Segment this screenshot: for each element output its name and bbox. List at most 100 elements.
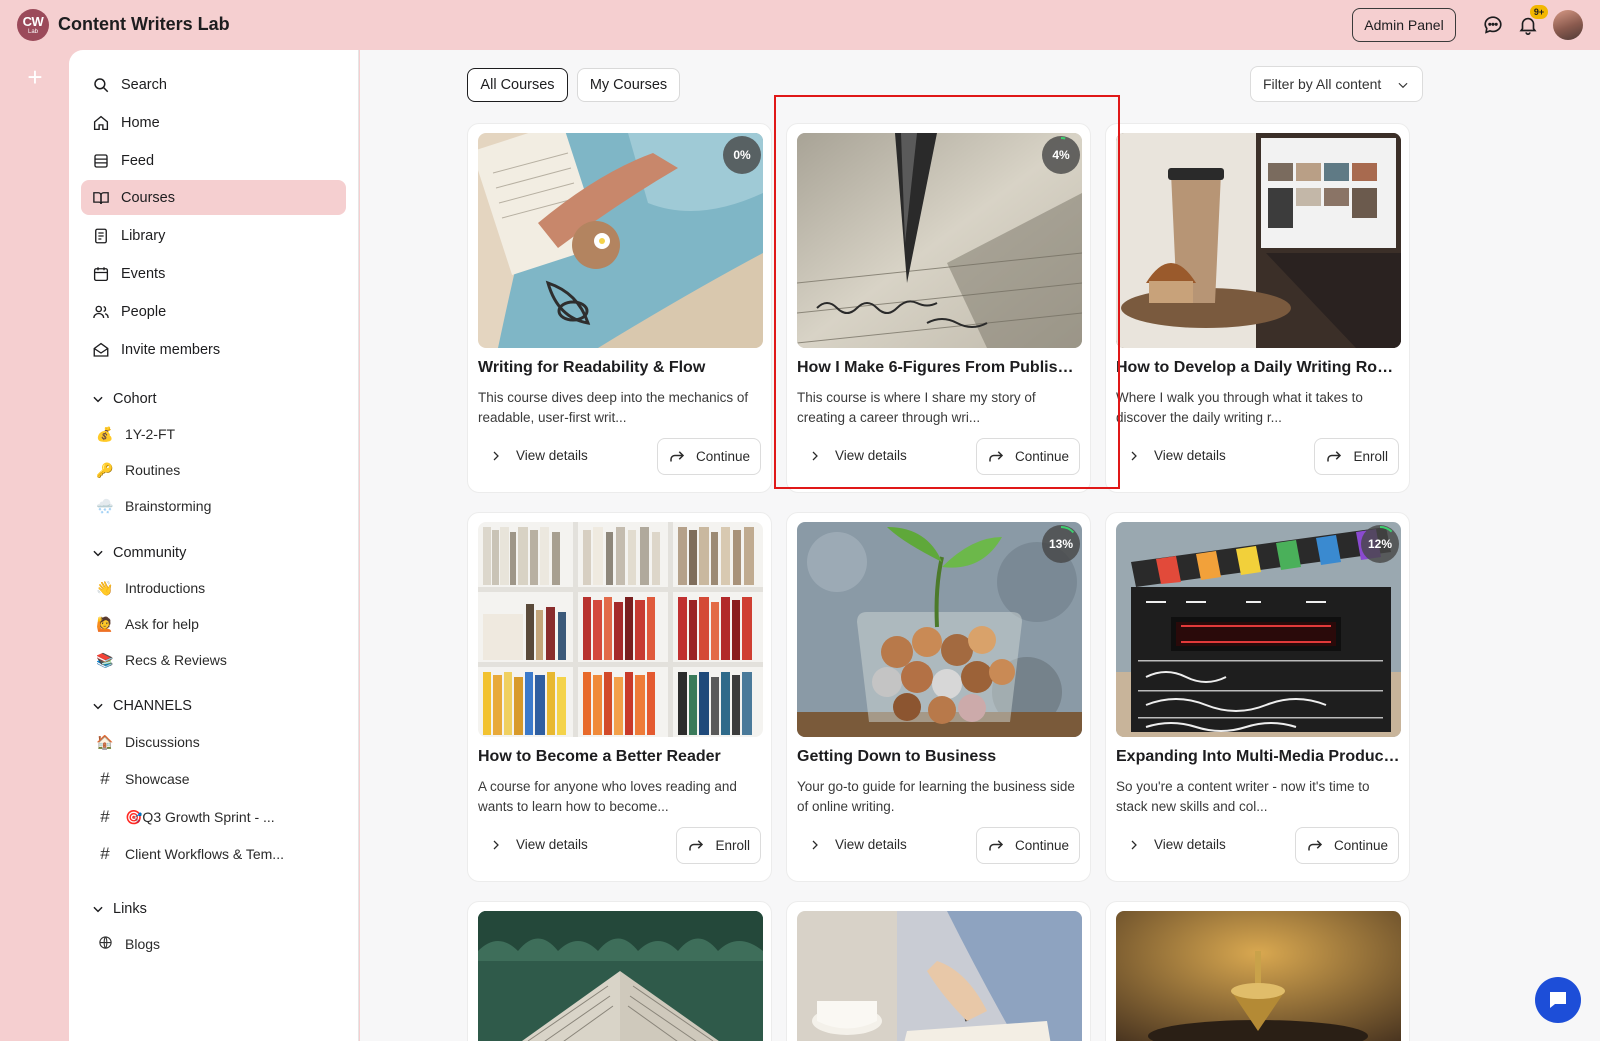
space-item-introductions[interactable]: 👋 Introductions (95, 575, 205, 601)
course-description: This course is where I share my story of… (797, 390, 1036, 425)
sidebar-item-people[interactable]: People (81, 294, 346, 329)
link-item-blogs[interactable]: Blogs (95, 931, 160, 957)
sidebar-item-events[interactable]: Events (81, 256, 346, 291)
continue-button[interactable]: Continue (975, 827, 1080, 864)
view-details-link[interactable]: View details (490, 448, 588, 463)
channel-item-label: Showcase (125, 771, 190, 787)
view-details-label: View details (516, 448, 588, 463)
view-details-link[interactable]: View details (490, 837, 588, 852)
filter-label: Filter by All content (1263, 76, 1382, 92)
sidebar-item-label: Events (121, 265, 166, 282)
logo-subtext: Lab (27, 29, 38, 35)
enroll-button[interactable]: Enroll (676, 827, 761, 864)
space-item-1y-2-ft[interactable]: 💰 1Y-2-FT (95, 421, 175, 447)
course-title[interactable]: How to Develop a Daily Writing Rout... (1116, 359, 1401, 377)
channel-item-client-workflows[interactable]: # Client Workflows & Tem... (95, 841, 284, 867)
view-details-link[interactable]: View details (1128, 448, 1226, 463)
sidebar-item-label: Home (121, 114, 160, 131)
house-icon: 🏠 (96, 733, 114, 750)
sidebar-item-courses[interactable]: Courses (81, 180, 346, 215)
space-item-label: Introductions (125, 580, 206, 596)
sidebar-item-invite-members[interactable]: Invite members (81, 332, 346, 367)
brand-logo[interactable]: CW Lab (17, 9, 49, 41)
course-card[interactable]: How to Become a Better Reader A course f… (467, 512, 772, 882)
channel-item-discussions[interactable]: 🏠 Discussions (95, 729, 199, 755)
course-card[interactable]: 13% Getting Down to Business Your go-to … (786, 512, 1091, 882)
sidebar-item-library[interactable]: Library (81, 218, 346, 253)
view-details-link[interactable]: View details (809, 837, 907, 852)
course-thumbnail-open-book-forest[interactable] (478, 911, 763, 1041)
continue-button[interactable]: Continue (656, 438, 761, 475)
course-card[interactable] (1105, 901, 1410, 1041)
add-space-plus-icon[interactable]: + (24, 64, 46, 90)
user-avatar[interactable] (1553, 10, 1583, 40)
view-details-link[interactable]: View details (809, 448, 907, 463)
section-toggle-community[interactable]: Community (91, 541, 186, 565)
forward-arrow-icon (689, 839, 704, 850)
continue-button[interactable]: Continue (975, 438, 1080, 475)
course-thumbnail-bookshelf[interactable] (478, 522, 763, 737)
view-details-label: View details (1154, 837, 1226, 852)
section-toggle-channels[interactable]: CHANNELS (91, 694, 192, 718)
channel-item-showcase[interactable]: # Showcase (95, 766, 190, 792)
admin-panel-button[interactable]: Admin Panel (1352, 8, 1456, 42)
course-thumbnail-coin-jar-plant[interactable] (797, 522, 1082, 737)
chat-bubble-icon[interactable] (1482, 14, 1504, 36)
books-icon: 📚 (96, 651, 114, 668)
course-thumbnail-writing-notebook[interactable] (797, 911, 1082, 1041)
course-card[interactable]: 0% Writing for Readability & Flow This c… (467, 123, 772, 493)
hash-icon: # (100, 807, 110, 826)
course-description: Your go-to guide for learning the busine… (797, 779, 1075, 814)
snow-cloud-icon: 🌨️ (96, 497, 114, 514)
section-toggle-links[interactable]: Links (91, 897, 147, 921)
space-item-routines[interactable]: 🔑 Routines (95, 457, 180, 483)
space-item-brainstorming[interactable]: 🌨️ Brainstorming (95, 493, 211, 519)
brand-name[interactable]: Content Writers Lab (58, 14, 230, 35)
sidebar-search[interactable]: Search (81, 67, 346, 102)
sidebar-item-home[interactable]: Home (81, 105, 346, 140)
continue-button[interactable]: Continue (1294, 827, 1399, 864)
progress-indicator: 0% (723, 136, 761, 174)
chevron-down-icon (93, 550, 103, 557)
course-title[interactable]: How to Become a Better Reader (478, 748, 763, 766)
course-title[interactable]: How I Make 6-Figures From Publishi... (797, 359, 1082, 377)
course-thumbnail-fountain-pen[interactable] (797, 133, 1082, 348)
course-thumbnail-coffee-laptop[interactable] (1116, 133, 1401, 348)
progress-indicator: 13% (1042, 525, 1080, 563)
progress-indicator: 12% (1361, 525, 1399, 563)
course-card[interactable]: How to Develop a Daily Writing Rout... W… (1105, 123, 1410, 493)
enroll-button[interactable]: Enroll (1314, 438, 1399, 475)
section-title: CHANNELS (113, 698, 192, 714)
course-thumbnail-spinning-top[interactable] (1116, 911, 1401, 1041)
course-description: This course dives deep into the mechanic… (478, 390, 749, 425)
action-label: Continue (1333, 838, 1388, 853)
course-thumbnail-clapperboard[interactable] (1116, 522, 1401, 737)
course-card[interactable] (467, 901, 772, 1041)
course-card[interactable]: 12% Expanding Into Multi-Media Product..… (1105, 512, 1410, 882)
content-filter-dropdown[interactable]: Filter by All content (1250, 66, 1423, 102)
space-item-ask-for-help[interactable]: 🙋 Ask for help (95, 611, 199, 637)
sidebar-item-feed[interactable]: Feed (81, 143, 346, 178)
course-title[interactable]: Getting Down to Business (797, 748, 1082, 766)
course-title[interactable]: Expanding Into Multi-Media Product... (1116, 748, 1401, 766)
channel-item-q3-growth-sprint[interactable]: # 🎯Q3 Growth Sprint - ... (95, 804, 274, 830)
chevron-right-icon (493, 451, 499, 460)
chevron-down-icon (93, 906, 103, 913)
top-bar: CW Lab Content Writers Lab Admin Panel 9… (0, 0, 1600, 50)
space-item-recs-reviews[interactable]: 📚 Recs & Reviews (95, 647, 227, 673)
tab-all-courses[interactable]: All Courses (467, 68, 568, 102)
chevron-right-icon (1131, 451, 1137, 460)
section-toggle-cohort[interactable]: Cohort (91, 387, 157, 411)
chat-launcher-button[interactable] (1535, 977, 1581, 1023)
course-title[interactable]: Writing for Readability & Flow (478, 359, 763, 377)
course-card[interactable]: 4% How I Make 6-Figures From Publishi...… (786, 123, 1091, 493)
people-icon (91, 302, 111, 322)
money-bag-icon: 💰 (96, 425, 114, 442)
home-icon (91, 113, 111, 133)
globe-icon (95, 935, 115, 953)
view-details-link[interactable]: View details (1128, 837, 1226, 852)
course-card[interactable] (786, 901, 1091, 1041)
tab-my-courses[interactable]: My Courses (577, 68, 680, 102)
progress-ring (1043, 526, 1079, 562)
course-thumbnail-beach-reading[interactable] (478, 133, 763, 348)
